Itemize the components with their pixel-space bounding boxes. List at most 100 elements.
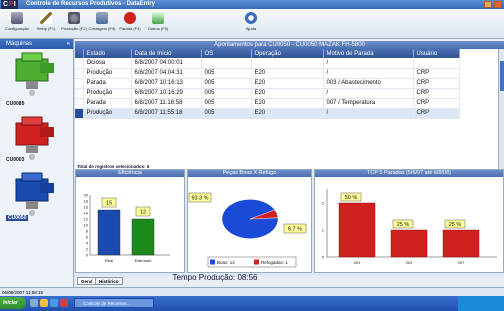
column-header[interactable]: Data de Início bbox=[131, 49, 202, 58]
table-cell: 003 / Abastecimento bbox=[323, 78, 414, 89]
sidebar-title: Máquinas bbox=[6, 41, 33, 47]
table-cell bbox=[251, 58, 324, 69]
machine-cu0003[interactable]: CU0003 bbox=[0, 115, 74, 179]
data-label: 15 bbox=[106, 201, 112, 207]
table-cell: CRP bbox=[413, 68, 460, 79]
toolbar-label: Outros (F5) bbox=[147, 26, 169, 31]
table-cell: 6/8/2007 11:55:18 bbox=[131, 108, 202, 119]
table-cell: Parada bbox=[83, 98, 132, 109]
table-cell: CRP bbox=[413, 108, 460, 119]
table-cell: / bbox=[323, 88, 414, 99]
table-cell: CRP bbox=[413, 78, 460, 89]
table-row[interactable]: Ociosa 6/8/2007 04:00:01 / bbox=[75, 58, 460, 69]
y-tick-label: 6 bbox=[86, 235, 89, 240]
start-button[interactable]: Iniciar bbox=[0, 297, 26, 309]
bar bbox=[97, 209, 121, 256]
parts-pie-chart: 93.3 % 6.7 % Boas: 14 Refugadas: 1 bbox=[188, 192, 307, 268]
sidebar-header: Máquinas « bbox=[0, 39, 73, 49]
quicklaunch-icon[interactable] bbox=[60, 299, 68, 307]
x-tick-label: Estimado bbox=[135, 258, 152, 263]
table-cell: CRP bbox=[413, 98, 460, 109]
bar bbox=[131, 218, 155, 256]
y-tick-label: 1 bbox=[322, 228, 325, 233]
column-header[interactable]: Operação bbox=[251, 49, 324, 58]
pencil-icon bbox=[40, 12, 52, 24]
tab-historico[interactable]: Histórico bbox=[95, 277, 123, 285]
y-tick-label: 2 bbox=[322, 201, 325, 206]
quicklaunch-icon[interactable] bbox=[50, 299, 58, 307]
charts-area: Eficiência 20 18 16 14 12 10 8 6 4 2 0 15 Real 12 Esti… bbox=[75, 169, 504, 276]
table-row[interactable]: Produção 6/8/2007 04:04:31 005 E20/CRP bbox=[75, 68, 460, 79]
y-tick-label: 8 bbox=[86, 229, 89, 234]
panel-title: TCP 5 Paradas (5/6/07 até 6/8/08) bbox=[315, 170, 503, 177]
tab-geral[interactable]: Geral bbox=[77, 277, 97, 285]
quicklaunch-icon[interactable] bbox=[30, 299, 38, 307]
x-tick-label: Real bbox=[105, 258, 113, 263]
scrollbar-thumb[interactable] bbox=[500, 61, 504, 91]
column-header[interactable]: OS bbox=[201, 49, 252, 58]
production-time: Tempo Produção: 08:56 bbox=[172, 273, 258, 282]
machine-cu0050[interactable]: CU0050 bbox=[0, 171, 74, 235]
table-cell: CRP bbox=[413, 88, 460, 99]
column-header[interactable]: Motivo de Parada bbox=[323, 49, 414, 58]
toolbar-outros[interactable]: Outros (F5) bbox=[142, 10, 174, 38]
data-label: 93.3 % bbox=[191, 196, 208, 202]
bar bbox=[338, 202, 376, 258]
machine-icon bbox=[15, 172, 54, 216]
y-tick-label: 4 bbox=[86, 241, 89, 246]
taskbar-window-button[interactable]: Controle de Recursos... bbox=[74, 298, 154, 308]
toolbar-label: Ajuda bbox=[245, 26, 257, 31]
machine-cu0085[interactable]: CU0085 bbox=[0, 51, 74, 115]
table-row[interactable]: Produção 6/8/2007 11:55:18 005 E20/CRP bbox=[75, 108, 460, 119]
machine-label-selected: CU0050 bbox=[0, 215, 74, 221]
app-logo: CPI bbox=[1, 0, 19, 9]
counter-icon bbox=[96, 12, 108, 24]
y-tick-label: 20 bbox=[84, 193, 89, 198]
collapse-chevron-icon[interactable]: « bbox=[67, 39, 70, 49]
row-indicator bbox=[75, 88, 84, 99]
legend-swatch bbox=[210, 259, 215, 265]
table-cell: Parada bbox=[83, 78, 132, 89]
table-header-row: Estado Data de Início OS Operação Motivo… bbox=[75, 49, 460, 58]
table-cell: E20 bbox=[251, 68, 324, 79]
toolbar-configuracao[interactable]: Configuração bbox=[1, 10, 33, 38]
machine-label: CU0050 bbox=[6, 215, 29, 221]
minimize-button[interactable] bbox=[484, 1, 492, 8]
row-indicator bbox=[75, 108, 84, 119]
y-tick-label: 10 bbox=[84, 223, 89, 228]
grid-scrollbar[interactable] bbox=[498, 49, 504, 179]
table-cell: E20 bbox=[251, 98, 324, 109]
panel-title: Eficiência bbox=[76, 170, 184, 177]
column-header[interactable]: Usuário bbox=[413, 49, 460, 58]
table-cell bbox=[413, 58, 460, 69]
row-indicator bbox=[75, 78, 84, 89]
legend-label: Refugadas: 1 bbox=[261, 260, 288, 265]
stop-icon bbox=[124, 12, 136, 24]
close-button[interactable] bbox=[494, 1, 502, 8]
wrench-icon bbox=[11, 12, 23, 24]
y-tick-label: 18 bbox=[84, 199, 89, 204]
y-tick-label: 0 bbox=[322, 255, 325, 260]
table-cell: 6/8/2007 11:16:58 bbox=[131, 98, 202, 109]
logo-letter-i: I bbox=[13, 1, 17, 8]
info-icon bbox=[245, 12, 257, 24]
bar bbox=[442, 229, 480, 258]
x-tick-label: 003 bbox=[354, 260, 361, 265]
data-label: 25 % bbox=[397, 222, 410, 228]
data-label: 12 bbox=[140, 210, 146, 216]
machine-icon bbox=[15, 116, 54, 160]
column-header[interactable]: Estado bbox=[83, 49, 132, 58]
table-cell: Produção bbox=[83, 108, 132, 119]
table-row[interactable]: Produção 6/8/2007 10:16:29 005 E20/CRP bbox=[75, 88, 460, 99]
toolbar-label: Configuração bbox=[5, 26, 29, 31]
status-datetime: 06/08/2007 11:58:19 bbox=[2, 290, 43, 295]
quicklaunch-icon[interactable] bbox=[40, 299, 48, 307]
machines-sidebar: Máquinas « CU0085 CU0003 CU0050 bbox=[0, 39, 74, 287]
row-indicator bbox=[75, 98, 84, 109]
table-cell: E20 bbox=[251, 108, 324, 119]
table-row[interactable]: Parada 6/8/2007 11:16:58 005 E20 007 / Tempe… bbox=[75, 98, 460, 109]
toolbar-ajuda[interactable]: Ajuda bbox=[235, 10, 267, 38]
table-cell: Produção bbox=[83, 88, 132, 99]
bar bbox=[390, 229, 428, 258]
table-row[interactable]: Parada 6/8/2007 10:16:13 005 E20 003 / Abast… bbox=[75, 78, 460, 89]
